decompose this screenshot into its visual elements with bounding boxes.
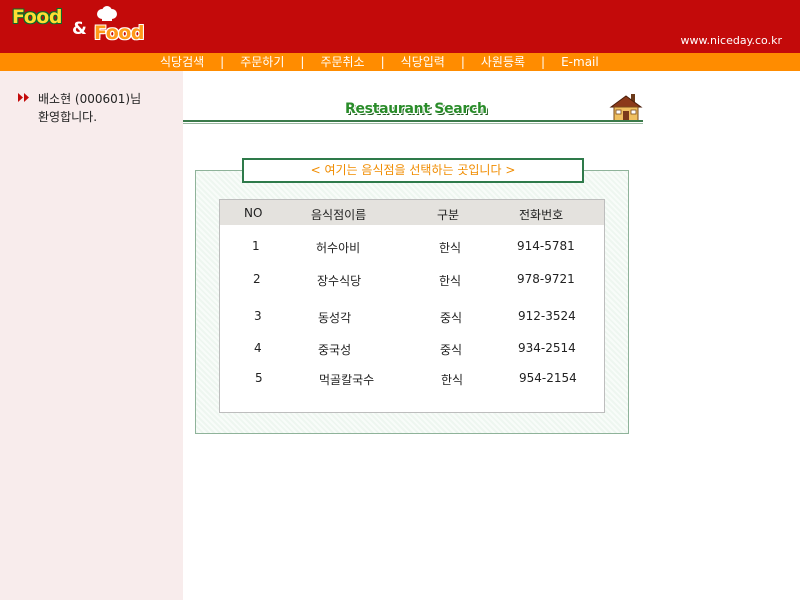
header-restaurant-name: 음식점이름 (311, 208, 367, 222)
house-icon (609, 94, 643, 122)
cell-phone: 914-5781 (517, 239, 575, 253)
title-underline-thin (183, 123, 643, 124)
cell-category: 중식 (440, 343, 463, 357)
cell-no: 5 (255, 371, 263, 385)
cell-category: 한식 (439, 274, 462, 288)
nav-separator: | (541, 55, 546, 69)
panel-caption: < 여기는 음식점을 선택하는 곳입니다 > (242, 158, 584, 183)
cell-restaurant-name[interactable]: 먹골칼국수 (319, 371, 374, 388)
cell-category: 중식 (440, 311, 463, 325)
site-url[interactable]: www.niceday.co.kr (681, 34, 782, 47)
nav-cancel-order[interactable]: 주문취소 (320, 53, 364, 71)
cell-phone: 978-9721 (517, 272, 575, 286)
cell-category: 한식 (441, 373, 464, 387)
nav-separator: | (300, 55, 305, 69)
logo-ampersand: & (72, 19, 87, 39)
cell-phone: 912-3524 (518, 309, 576, 323)
sidebar (0, 71, 183, 600)
header-category: 구분 (437, 208, 460, 222)
restaurant-table: NO 음식점이름 구분 전화번호 1 허수아비 한식 914-5781 2 장수… (219, 199, 605, 413)
logo-word-food-2: Food (94, 22, 144, 44)
cell-restaurant-name[interactable]: 동성각 (318, 309, 351, 326)
title-underline (183, 120, 643, 122)
nav-separator: | (220, 55, 225, 69)
nav-email[interactable]: E-mail (561, 53, 599, 71)
cell-no: 3 (254, 309, 262, 323)
logo-word-food-1: Food (12, 6, 62, 28)
header-phone: 전화번호 (519, 208, 564, 222)
nav-order[interactable]: 주문하기 (240, 53, 284, 71)
site-header: Food & Food www.niceday.co.kr (0, 0, 800, 53)
cell-restaurant-name[interactable]: 중국성 (318, 341, 351, 358)
site-logo[interactable]: Food & Food (12, 6, 157, 48)
cell-phone: 934-2514 (518, 341, 576, 355)
section-title-strip: Restaurant Search (183, 90, 643, 126)
header-no: NO (244, 206, 263, 220)
cell-restaurant-name[interactable]: 허수아비 (316, 239, 360, 256)
main-nav-bar: 식당검색 | 주문하기 | 주문취소 | 식당입력 | 사원등록 | E-mai… (0, 53, 800, 71)
cell-phone: 954-2154 (519, 371, 577, 385)
double-arrow-icon (18, 93, 29, 102)
cell-no: 4 (254, 341, 262, 355)
nav-restaurant-search[interactable]: 식당검색 (160, 53, 204, 71)
welcome-user: 배소현 (000601)님 (38, 92, 142, 106)
cell-no: 1 (252, 239, 260, 253)
welcome-greeting: 환영합니다. (38, 110, 98, 124)
nav-separator: | (460, 55, 465, 69)
nav-separator: | (380, 55, 385, 69)
cell-restaurant-name[interactable]: 장수식당 (317, 272, 361, 289)
nav-restaurant-input[interactable]: 식당입력 (401, 53, 445, 71)
table-header: NO 음식점이름 구분 전화번호 (220, 200, 604, 225)
page-title: Restaurant Search (345, 101, 487, 117)
cell-no: 2 (253, 272, 261, 286)
cell-category: 한식 (439, 241, 462, 255)
main-nav: 식당검색 | 주문하기 | 주문취소 | 식당입력 | 사원등록 | E-mai… (160, 53, 599, 71)
nav-employee-register[interactable]: 사원등록 (481, 53, 525, 71)
